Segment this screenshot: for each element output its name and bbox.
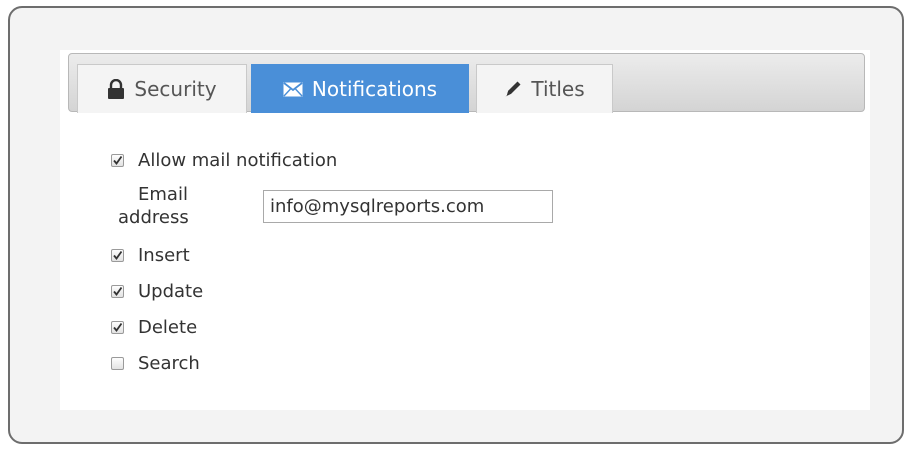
allow-mail-label: Allow mail notification bbox=[138, 150, 338, 171]
tab-titles[interactable]: Titles bbox=[476, 64, 613, 113]
delete-label: Delete bbox=[138, 317, 198, 338]
search-checkbox[interactable] bbox=[111, 357, 124, 370]
update-checkbox[interactable] bbox=[111, 285, 124, 298]
allow-mail-row: Allow mail notification bbox=[111, 150, 337, 171]
search-label: Search bbox=[138, 353, 200, 374]
delete-row: Delete bbox=[111, 317, 197, 338]
insert-row: Insert bbox=[111, 245, 190, 266]
insert-checkbox[interactable] bbox=[111, 249, 124, 262]
insert-label: Insert bbox=[138, 245, 190, 266]
allow-mail-checkbox[interactable] bbox=[111, 154, 124, 167]
email-label-line1: Email bbox=[138, 184, 188, 205]
search-row: Search bbox=[111, 353, 200, 374]
tab-security[interactable]: Security bbox=[77, 64, 247, 113]
email-label-line2: address bbox=[118, 207, 189, 228]
tab-security-label: Security bbox=[134, 77, 217, 101]
tab-notifications[interactable]: Notifications bbox=[251, 64, 469, 113]
lock-icon bbox=[107, 79, 125, 99]
tab-titles-label: Titles bbox=[531, 77, 585, 101]
delete-checkbox[interactable] bbox=[111, 321, 124, 334]
update-row: Update bbox=[111, 281, 203, 302]
email-field[interactable] bbox=[263, 190, 553, 223]
tab-bar: Security Notifications Titles bbox=[68, 53, 865, 113]
envelope-icon bbox=[283, 81, 303, 97]
email-label: Email address bbox=[118, 183, 208, 229]
update-label: Update bbox=[138, 281, 204, 302]
tab-notifications-label: Notifications bbox=[311, 77, 438, 101]
pencil-icon bbox=[504, 80, 522, 98]
